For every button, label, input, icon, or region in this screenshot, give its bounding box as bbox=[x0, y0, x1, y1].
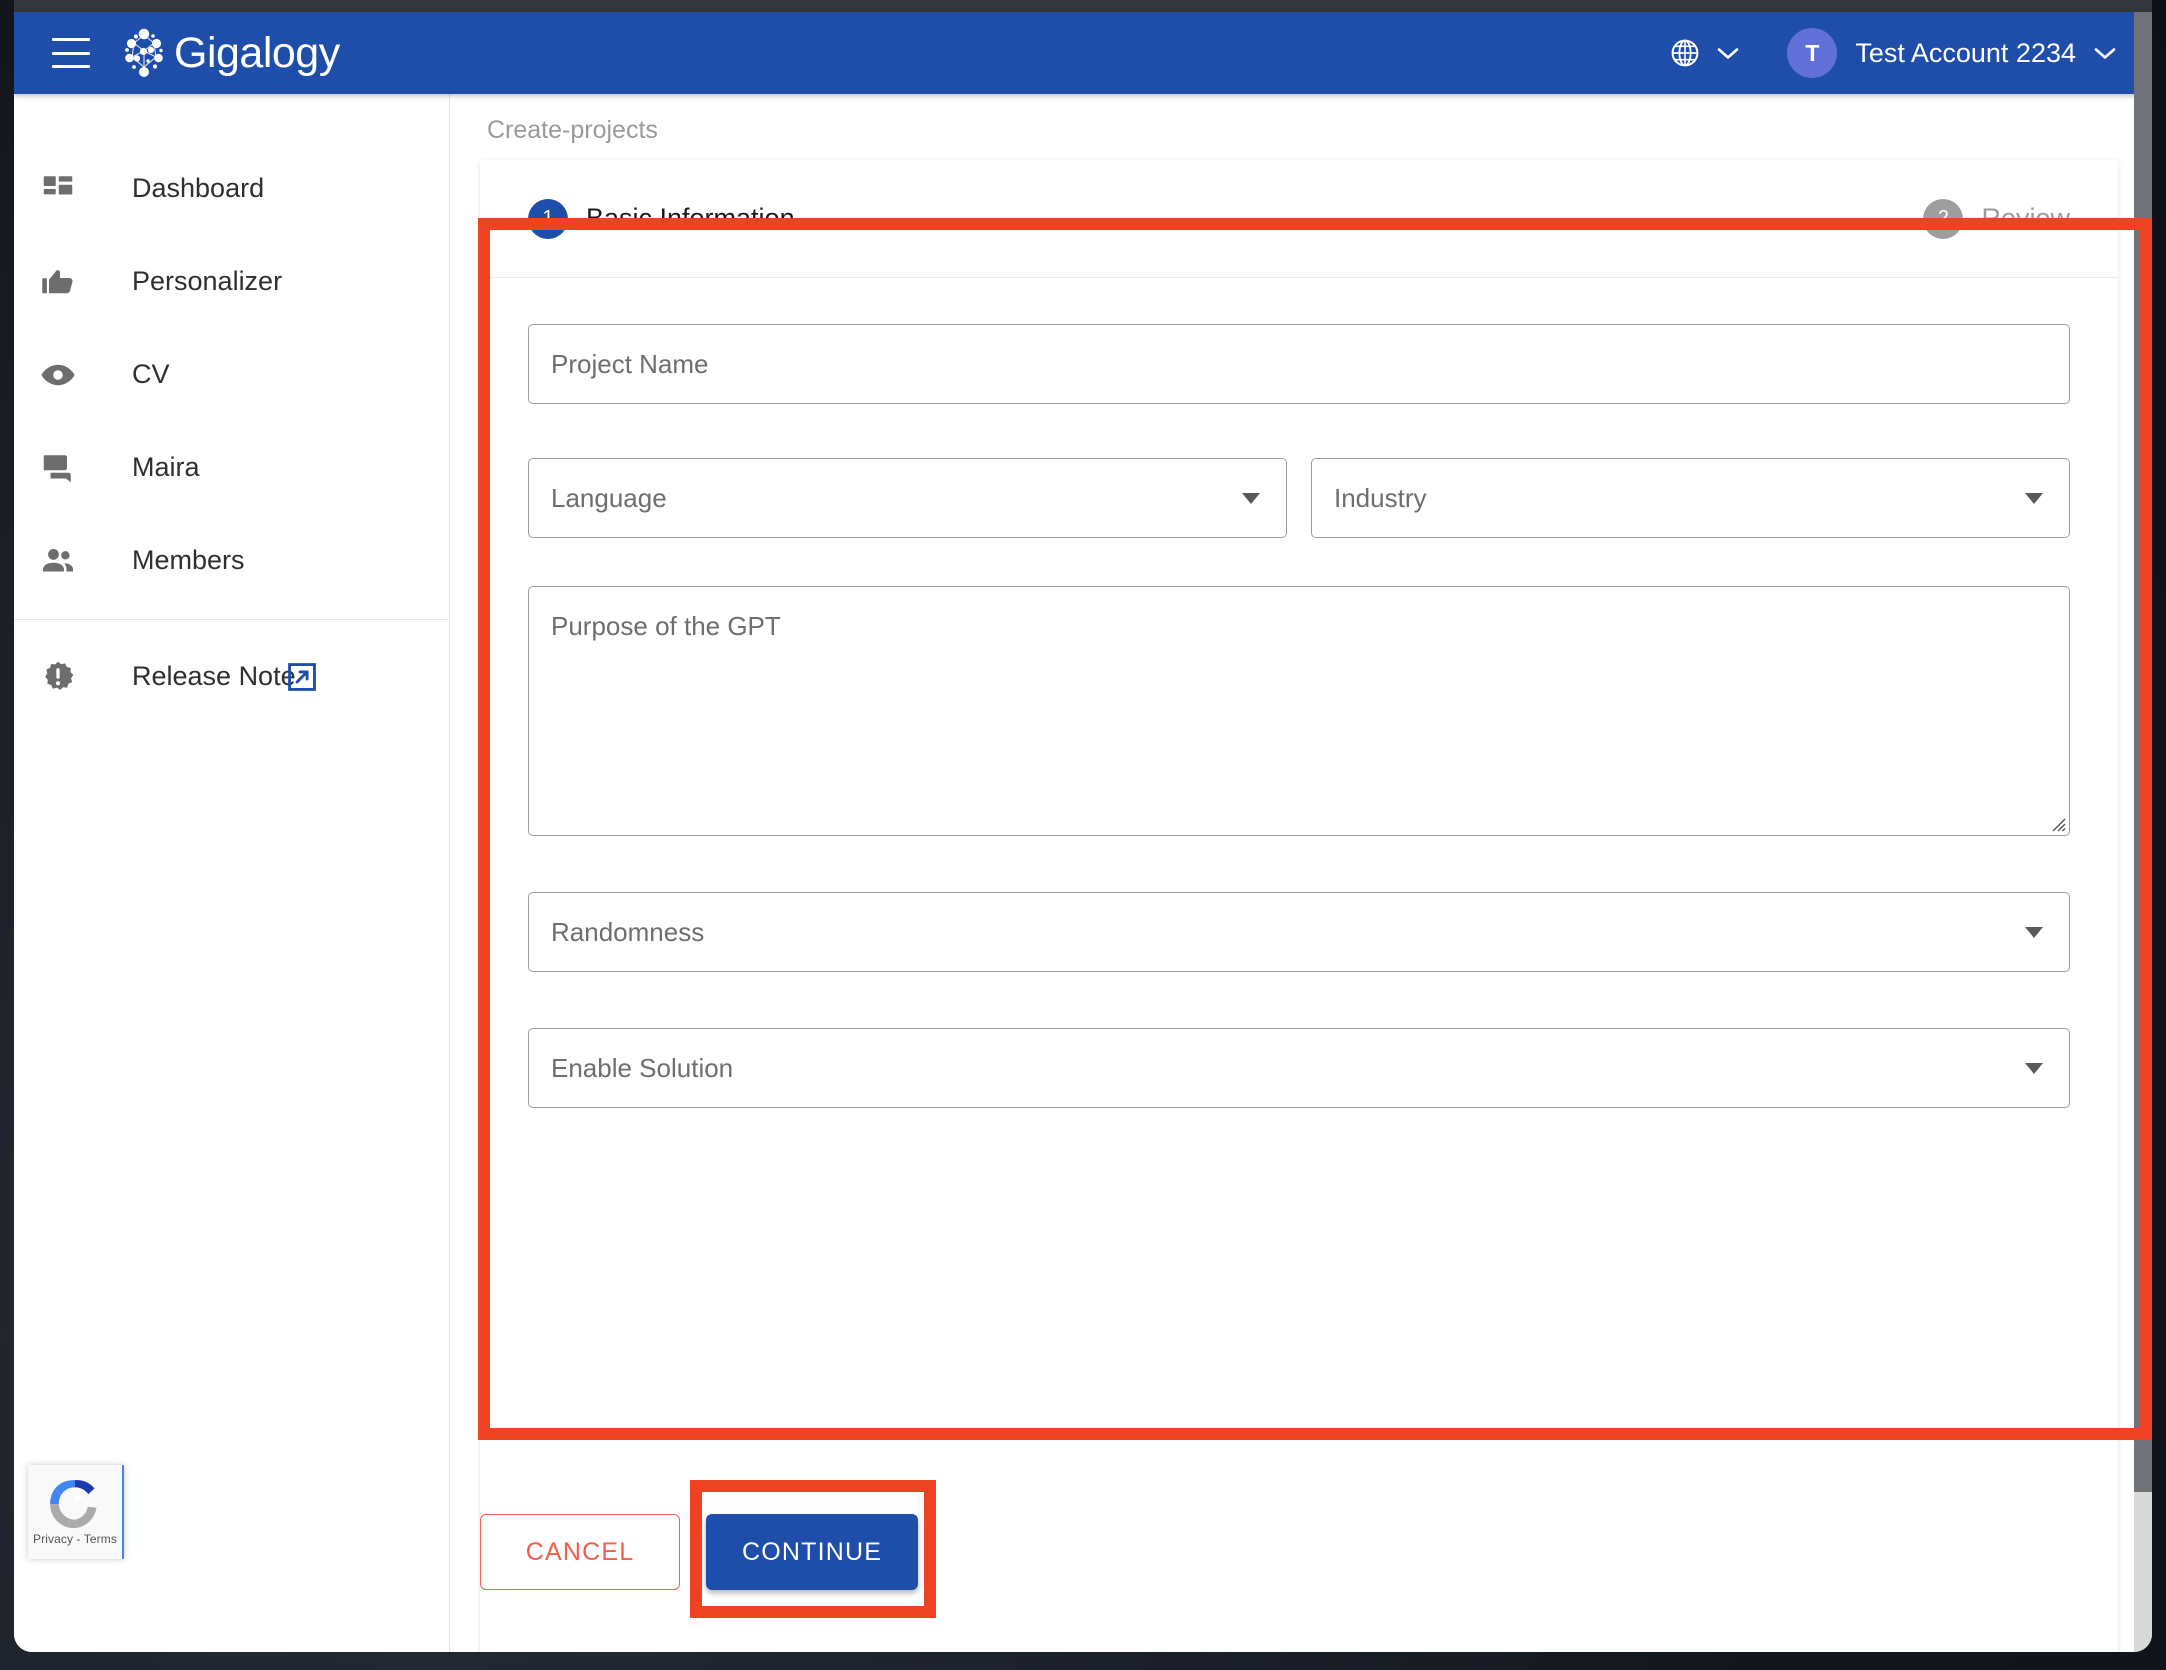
globe-icon bbox=[1671, 39, 1699, 67]
cancel-button[interactable]: CANCEL bbox=[480, 1514, 680, 1590]
network-nodes-logo-icon bbox=[125, 28, 163, 77]
external-link-icon[interactable] bbox=[285, 660, 319, 694]
sidebar-item-label: Maira bbox=[132, 452, 200, 482]
avatar: T bbox=[1787, 28, 1838, 78]
randomness-select[interactable]: Randomness bbox=[528, 892, 2070, 972]
recaptcha-text: Privacy - Terms bbox=[33, 1532, 117, 1546]
step-review[interactable]: 2 Review bbox=[1923, 198, 2070, 239]
language-placeholder: Language bbox=[551, 482, 667, 513]
chevron-down-icon bbox=[1718, 47, 1739, 59]
enable-solution-select[interactable]: Enable Solution bbox=[528, 1028, 2070, 1108]
industry-select[interactable]: Industry bbox=[1311, 458, 2070, 538]
chevron-down-icon bbox=[2025, 926, 2043, 938]
continue-button[interactable]: CONTINUE bbox=[706, 1514, 919, 1590]
sidebar-item-label: Members bbox=[132, 545, 245, 575]
main-content-area: Create-projects 1 Basic Information 2 Re… bbox=[451, 94, 2134, 1652]
sidebar-item-label: Dashboard bbox=[132, 173, 265, 203]
sidebar-item-cv[interactable]: CV bbox=[14, 328, 449, 421]
purpose-textarea[interactable]: Purpose of the GPT bbox=[528, 586, 2070, 836]
create-project-card: 1 Basic Information 2 Review Project Nam… bbox=[480, 160, 2118, 1652]
thumbs-up-icon bbox=[40, 264, 88, 300]
sidebar-item-members[interactable]: Members bbox=[14, 514, 449, 607]
project-name-input[interactable]: Project Name bbox=[528, 324, 2070, 404]
sidebar-item-release-note[interactable]: Release Note bbox=[14, 630, 449, 723]
randomness-placeholder: Randomness bbox=[551, 916, 705, 947]
recaptcha-icon bbox=[50, 1480, 97, 1529]
account-menu[interactable]: T Test Account 2234 bbox=[1787, 28, 2116, 78]
sidebar-navigation: Dashboard Personalizer CV Maira Members … bbox=[14, 94, 450, 1652]
industry-placeholder: Industry bbox=[1334, 482, 1427, 513]
chevron-down-icon bbox=[2094, 47, 2116, 59]
chat-bubbles-icon bbox=[40, 450, 88, 486]
browser-chrome-strip bbox=[14, 0, 2152, 12]
app-header-bar: Gigalogy T Test Account 2234 bbox=[14, 12, 2152, 94]
step-basic-information[interactable]: 1 Basic Information bbox=[528, 198, 795, 239]
enable-solution-placeholder: Enable Solution bbox=[551, 1052, 734, 1083]
brand-logo[interactable]: Gigalogy bbox=[116, 25, 340, 81]
project-name-placeholder: Project Name bbox=[551, 348, 709, 379]
chevron-down-icon bbox=[1242, 492, 1260, 504]
brand-name: Gigalogy bbox=[174, 28, 340, 77]
scrollbar-thumb[interactable] bbox=[2134, 12, 2152, 1492]
language-selector[interactable] bbox=[1669, 37, 1739, 69]
desktop-background: Gigalogy T Test Account 2234 Dashboard P… bbox=[0, 0, 2166, 1670]
hamburger-menu-icon[interactable] bbox=[52, 38, 90, 68]
step-badge: 1 bbox=[528, 198, 568, 239]
vertical-scrollbar[interactable] bbox=[2134, 12, 2152, 1652]
sidebar-item-label: Personalizer bbox=[132, 266, 283, 296]
purpose-placeholder: Purpose of the GPT bbox=[551, 611, 781, 641]
people-group-icon bbox=[40, 543, 88, 579]
sidebar-item-personalizer[interactable]: Personalizer bbox=[14, 235, 449, 328]
account-name: Test Account 2234 bbox=[1855, 37, 2076, 68]
sidebar-item-label: Release Note bbox=[132, 661, 296, 691]
alert-badge-icon bbox=[40, 659, 88, 695]
language-industry-row: Language Industry bbox=[528, 458, 2070, 538]
form-actions: CANCEL CONTINUE bbox=[480, 1514, 919, 1590]
step-badge: 2 bbox=[1923, 198, 1964, 239]
resize-handle-icon[interactable] bbox=[2048, 814, 2066, 832]
basic-information-form: Project Name Language Industry Purpose o… bbox=[480, 278, 2118, 1108]
eye-icon bbox=[40, 357, 88, 393]
sidebar-item-dashboard[interactable]: Dashboard bbox=[14, 142, 449, 235]
chevron-down-icon bbox=[2025, 492, 2043, 504]
dashboard-grid-icon bbox=[40, 171, 88, 207]
sidebar-divider bbox=[14, 619, 449, 620]
chevron-down-icon bbox=[2025, 1062, 2043, 1074]
recaptcha-badge[interactable]: Privacy - Terms bbox=[28, 1465, 124, 1559]
step-label: Review bbox=[1981, 203, 2070, 233]
stepper: 1 Basic Information 2 Review bbox=[480, 160, 2118, 278]
sidebar-item-maira[interactable]: Maira bbox=[14, 421, 449, 514]
browser-window: Gigalogy T Test Account 2234 Dashboard P… bbox=[14, 0, 2152, 1652]
sidebar-item-label: CV bbox=[132, 359, 170, 389]
language-select[interactable]: Language bbox=[528, 458, 1287, 538]
breadcrumb: Create-projects bbox=[487, 116, 658, 144]
step-connector bbox=[822, 218, 1896, 219]
step-label: Basic Information bbox=[586, 203, 795, 233]
